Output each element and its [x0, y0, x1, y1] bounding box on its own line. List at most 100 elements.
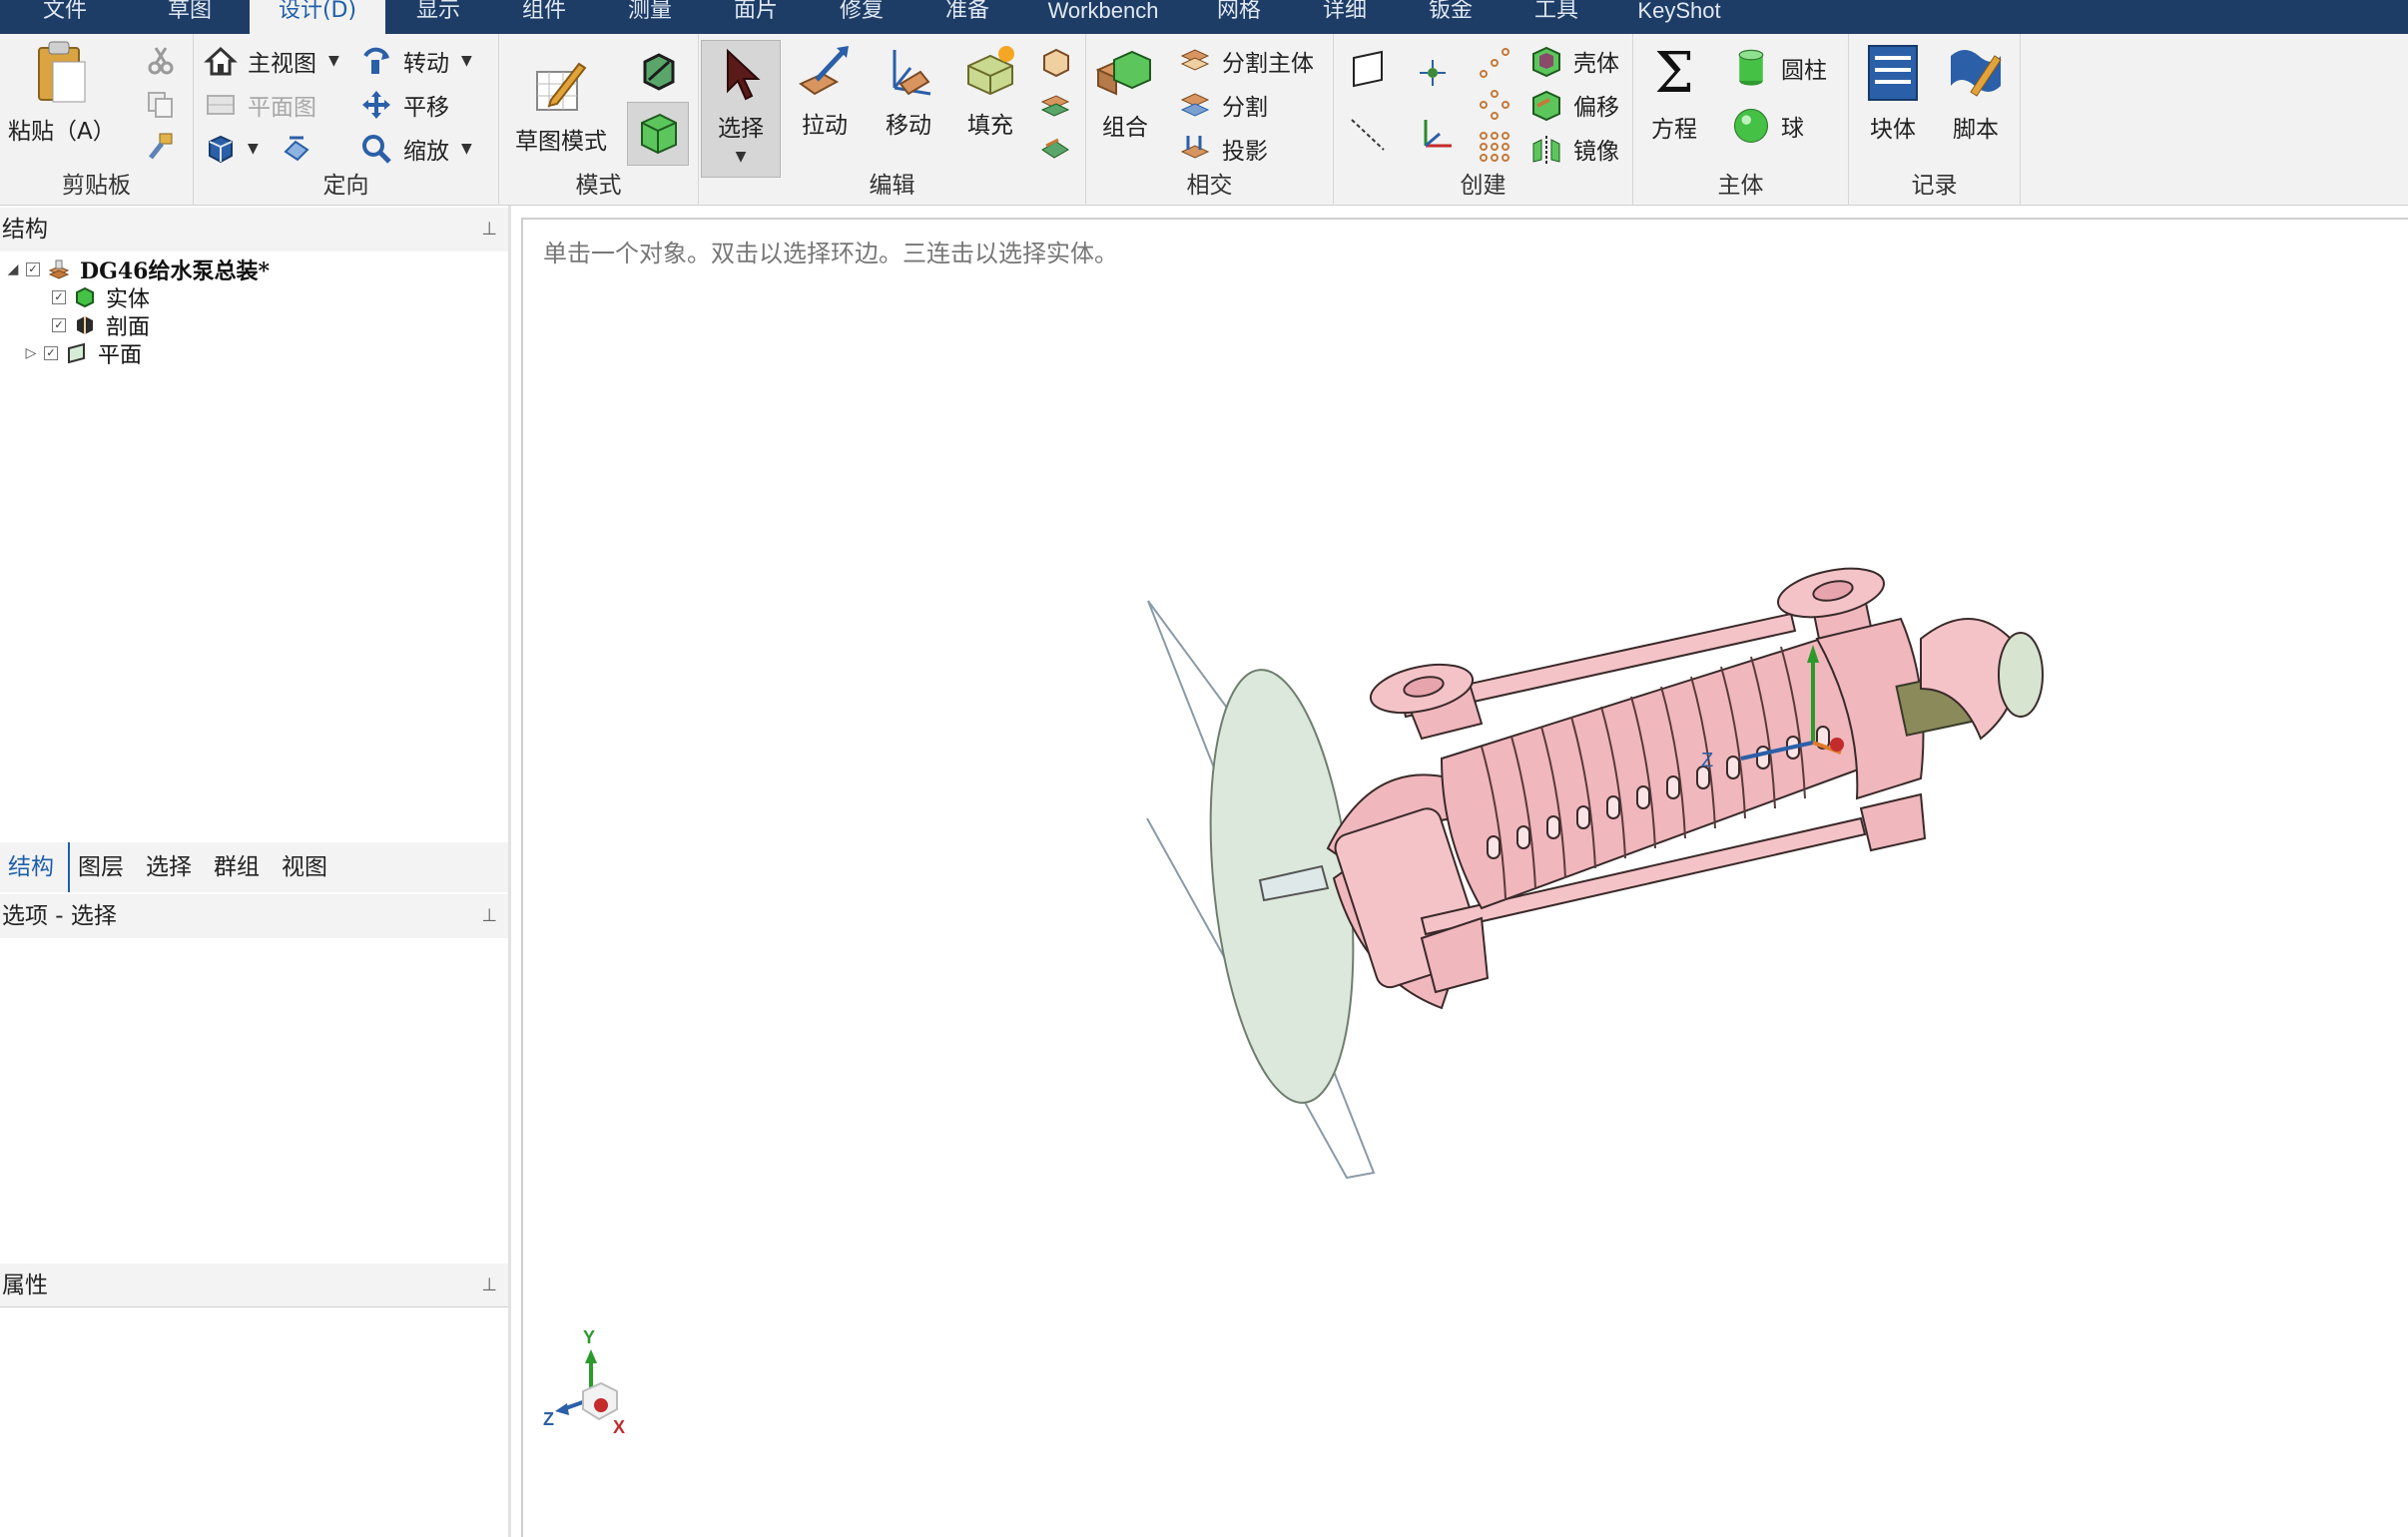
replace-icon[interactable] — [1038, 46, 1072, 80]
tab-layers[interactable]: 图层 — [70, 842, 138, 892]
view-cube-button[interactable]: ▼ — [204, 132, 259, 166]
tab-selection[interactable]: 选择 — [138, 842, 206, 892]
pull-button[interactable]: 拉动 — [797, 44, 853, 140]
block-icon — [1868, 45, 1918, 101]
mirror-button[interactable]: 镜像 — [1529, 132, 1619, 166]
offset-button[interactable]: 偏移 — [1529, 88, 1619, 122]
paste-icon — [37, 41, 86, 103]
sphere-button[interactable]: 球 — [1731, 106, 1804, 146]
pan-button[interactable]: 平移 — [359, 88, 449, 122]
tab-views[interactable]: 视图 — [274, 842, 341, 892]
menu-tab-detail[interactable]: 详细 — [1292, 0, 1398, 34]
pin-icon[interactable]: ⊥ — [481, 894, 497, 938]
menu-tab-facets[interactable]: 面片 — [703, 0, 809, 34]
3d-viewport[interactable]: 单击一个对象。双击以选择环边。三连击以选择实体。 Z Y Z X — [521, 218, 2408, 1537]
chevron-down-icon[interactable]: ▼ — [248, 141, 259, 157]
cylinder-button[interactable]: 圆柱 — [1731, 48, 1827, 88]
pin-icon[interactable]: ⊥ — [481, 1264, 497, 1307]
chevron-down-icon[interactable]: ▼ — [736, 149, 747, 165]
tree-node-planes[interactable]: ▷ ✓ 平面 — [22, 339, 142, 368]
block-button[interactable]: 块体 — [1865, 42, 1921, 144]
tree-node-solids[interactable]: ✓ 实体 — [48, 283, 150, 312]
split-icon — [1180, 93, 1210, 117]
grid-pattern-icon[interactable] — [1478, 130, 1511, 164]
menu-tab-prepare[interactable]: 准备 — [914, 0, 1020, 34]
assembly-icon — [48, 259, 70, 279]
panel-tabs: 结构 图层 选择 群组 视图 — [0, 842, 509, 892]
visibility-checkbox[interactable]: ✓ — [44, 346, 58, 360]
bearing-housing[interactable] — [1998, 632, 2044, 718]
group-clipboard: 粘贴（A） 剪贴板 — [0, 34, 194, 206]
model-origin[interactable] — [1830, 738, 1844, 752]
paste-button[interactable]: 粘贴（A） — [8, 40, 116, 146]
origin-icon[interactable] — [1416, 114, 1456, 154]
axis-icon[interactable] — [1348, 114, 1388, 154]
menu-tab-assembly[interactable]: 组件 — [491, 0, 597, 34]
menu-tab-design[interactable]: 设计(D) — [250, 0, 385, 34]
menu-tab-tools[interactable]: 工具 — [1504, 0, 1609, 34]
equation-button[interactable]: Σ 方程 — [1651, 44, 1697, 144]
snap-view-icon[interactable] — [280, 132, 313, 166]
tab-groups[interactable]: 群组 — [206, 842, 274, 892]
cut-icon[interactable] — [146, 46, 176, 76]
point-icon[interactable] — [1416, 56, 1450, 90]
sketch-mode-icon — [536, 62, 587, 111]
menu-tab-keyshot[interactable]: KeyShot — [1609, 0, 1749, 34]
plan-view-button[interactable]: 平面图 — [204, 88, 316, 122]
pump-assembly-model[interactable]: Z — [523, 220, 2408, 1537]
home-view-button[interactable]: 主视图 ▼ — [204, 44, 339, 78]
expand-icon[interactable]: ▷ — [22, 345, 40, 361]
chevron-down-icon[interactable]: ▼ — [328, 53, 339, 69]
menu-tab-measure[interactable]: 测量 — [597, 0, 703, 34]
fill-icon — [967, 46, 1014, 96]
select-arrow-icon — [727, 48, 761, 101]
rotate-icon — [363, 47, 389, 74]
section-icon — [77, 316, 93, 334]
chevron-down-icon[interactable]: ▼ — [461, 53, 472, 69]
collapse-icon[interactable]: ◢ — [4, 261, 22, 277]
tweak-face-icon[interactable] — [1038, 88, 1072, 122]
plane-icon[interactable] — [1348, 48, 1388, 88]
menu-tab-repair[interactable]: 修复 — [809, 0, 914, 34]
plan-view-icon — [207, 95, 235, 115]
copy-icon[interactable] — [146, 90, 176, 120]
panel-splitter[interactable] — [508, 206, 511, 1537]
split-button[interactable]: 分割 — [1178, 88, 1268, 122]
section-mode-icon[interactable] — [637, 50, 681, 94]
menu-tab-file[interactable]: 文件 — [0, 0, 130, 34]
pin-icon[interactable]: ⊥ — [481, 208, 497, 252]
visibility-checkbox[interactable]: ✓ — [52, 290, 66, 304]
select-button[interactable]: 选择 ▼ — [701, 40, 781, 178]
chevron-down-icon[interactable]: ▼ — [461, 141, 472, 157]
move-button[interactable]: 移动 — [881, 44, 936, 140]
orientation-triad[interactable]: Y Z X — [543, 1329, 663, 1449]
properties-panel-header: 属性 ⊥ — [0, 1264, 509, 1307]
menu-tab-sketch[interactable]: 草图 — [130, 0, 250, 34]
visibility-checkbox[interactable]: ✓ — [52, 318, 66, 332]
tab-structure[interactable]: 结构 — [0, 842, 70, 892]
fill-button[interactable]: 填充 — [962, 44, 1018, 140]
visibility-checkbox[interactable]: ✓ — [26, 262, 40, 276]
combine-button[interactable]: 组合 — [1094, 46, 1156, 142]
menu-tab-mesh[interactable]: 网格 — [1186, 0, 1292, 34]
triad-x-axis — [594, 1398, 608, 1412]
tree-node-sections[interactable]: ✓ 剖面 — [48, 311, 150, 340]
blend-icon[interactable] — [1038, 132, 1072, 166]
sketch-mode-button[interactable]: 草图模式 — [515, 56, 607, 156]
menu-tab-display[interactable]: 显示 — [385, 0, 491, 34]
script-button[interactable]: 脚本 — [1945, 42, 2007, 144]
project-button[interactable]: 投影 — [1178, 132, 1268, 166]
menu-tab-sheet-metal[interactable]: 钣金 — [1398, 0, 1504, 34]
3d-mode-button[interactable] — [627, 102, 689, 166]
zoom-button[interactable]: 缩放 ▼ — [359, 132, 472, 166]
menu-tab-workbench[interactable]: Workbench — [1020, 0, 1186, 34]
split-body-button[interactable]: 分割主体 — [1178, 44, 1314, 78]
rotate-button[interactable]: 转动 ▼ — [359, 44, 472, 78]
project-icon — [1180, 136, 1210, 159]
linear-pattern-icon[interactable] — [1478, 46, 1511, 80]
circular-pattern-icon[interactable] — [1478, 88, 1511, 122]
triad-x-label: X — [613, 1417, 625, 1437]
shell-button[interactable]: 壳体 — [1529, 44, 1619, 78]
tree-root[interactable]: ◢ ✓ DG46给水泵总装* — [4, 256, 270, 284]
format-painter-icon[interactable] — [146, 132, 176, 162]
